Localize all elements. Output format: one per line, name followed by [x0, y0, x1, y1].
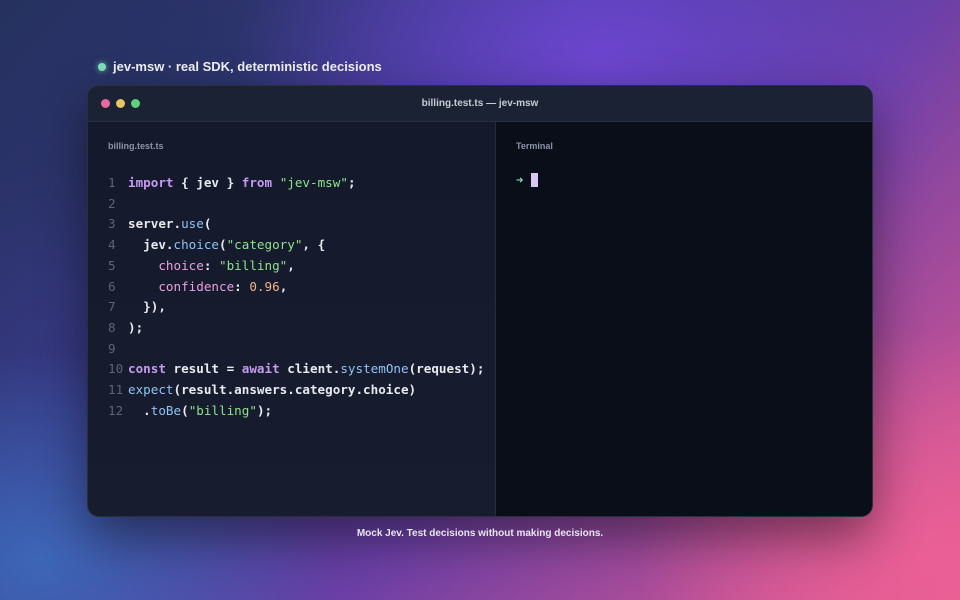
line-number: 12: [108, 402, 124, 418]
code-line: 3 server.use(: [108, 214, 484, 235]
code-line: 7 }),: [108, 297, 484, 318]
code-text: expect(result.answers.category.choice): [128, 380, 416, 401]
page-title: jev-msw · real SDK, deterministic decisi…: [113, 59, 382, 74]
code-text: choice: "billing",: [128, 256, 295, 277]
code-token: choice: [173, 237, 220, 253]
code-token: from: [241, 175, 273, 190]
code-editor-pane[interactable]: billing.test.ts 1 import { jev } from "je…: [88, 122, 496, 516]
code-line: 12 .toBe("billing");: [108, 401, 484, 422]
code-token: expect: [128, 382, 174, 398]
code-token: server.: [128, 216, 182, 232]
code-text: server.use(: [128, 214, 211, 235]
code-token: (: [219, 237, 227, 253]
code-line: 9: [108, 339, 484, 360]
code-token: :: [203, 257, 220, 273]
code-token: );: [128, 319, 144, 335]
code-token: use: [181, 216, 204, 232]
window-title: billing.test.ts — jev-msw: [421, 98, 539, 109]
code-token: );: [256, 402, 273, 418]
code-token: systemOne: [340, 361, 409, 377]
code-text: const result = await client.systemOne(re…: [128, 359, 484, 380]
page-header: jev-msw · real SDK, deterministic decisi…: [98, 59, 382, 74]
code-text: }),: [128, 297, 166, 318]
code-line: 2: [108, 194, 484, 215]
line-number: 11: [108, 382, 124, 398]
code-token: ,: [287, 257, 295, 273]
line-number: 6: [108, 278, 116, 294]
line-number: 2: [108, 195, 116, 211]
code-token: (: [203, 216, 212, 232]
code-token: client.: [279, 361, 341, 377]
code-token: ,: [279, 278, 288, 294]
status-dot: [98, 62, 106, 71]
code-line: 4 jev.choice("category", {: [108, 235, 484, 256]
code-token: await: [241, 361, 280, 377]
terminal-prompt[interactable]: ➜: [516, 173, 539, 187]
code-token: "category": [226, 237, 303, 253]
line-number: 5: [108, 257, 116, 273]
code-token: (result.answers.category.choice): [173, 382, 417, 398]
code-text: import { jev } from "jev-msw";: [128, 173, 356, 194]
code-token: 0.96: [249, 278, 280, 294]
code-token: .: [128, 402, 151, 418]
code-token: "billing": [188, 402, 257, 418]
code-token: choice: [158, 257, 204, 273]
code-token: jev.: [128, 237, 174, 253]
code-token: result =: [165, 361, 242, 377]
editor-filename: billing.test.ts: [108, 141, 164, 151]
terminal-cursor: [531, 173, 539, 187]
code-token: toBe: [150, 402, 182, 418]
code-token: confidence: [158, 278, 235, 294]
code-line: 5 choice: "billing",: [108, 256, 484, 277]
terminal-label: Terminal: [516, 141, 553, 151]
code-token: ;: [347, 175, 356, 190]
code-token: :: [234, 278, 250, 294]
prompt-arrow-icon: ➜: [516, 173, 524, 187]
code-text: .toBe("billing");: [128, 401, 272, 422]
window-titlebar: billing.test.ts — jev-msw: [88, 86, 872, 122]
code-token: (: [181, 402, 189, 418]
code-line: 10 const result = await client.systemOne(…: [108, 359, 484, 380]
code-text: );: [128, 318, 143, 339]
code-token: (request);: [408, 361, 485, 377]
code-token: "billing": [219, 257, 288, 273]
code-token: import: [128, 175, 174, 190]
line-number: 10: [108, 361, 124, 377]
code-block[interactable]: 1 import { jev } from "jev-msw"; 2 3 server…: [108, 173, 484, 421]
app-window: billing.test.ts — jev-msw billing.test.t…: [87, 85, 873, 517]
code-token: , {: [302, 237, 326, 253]
code-text: confidence: 0.96,: [128, 277, 287, 298]
line-number: 7: [108, 299, 116, 315]
code-token: "jev-msw": [279, 175, 348, 190]
line-number: 3: [108, 216, 116, 232]
terminal-pane[interactable]: Terminal ➜: [496, 122, 872, 516]
code-line: 8);: [108, 318, 484, 339]
line-number: 9: [108, 340, 116, 356]
code-text: jev.choice("category", {: [128, 235, 325, 256]
code-token: }),: [128, 299, 166, 315]
code-token: { jev }: [173, 175, 242, 190]
line-number: 8: [108, 319, 116, 335]
code-line: 6 confidence: 0.96,: [108, 277, 484, 298]
line-number: 1: [108, 175, 116, 190]
code-line: 11 expect(result.answers.category.choice): [108, 380, 484, 401]
code-line: 1 import { jev } from "jev-msw";: [108, 173, 484, 194]
code-token: const: [128, 361, 166, 377]
footer-tagline: Mock Jev. Test decisions without making …: [356, 528, 604, 539]
line-number: 4: [108, 237, 116, 253]
